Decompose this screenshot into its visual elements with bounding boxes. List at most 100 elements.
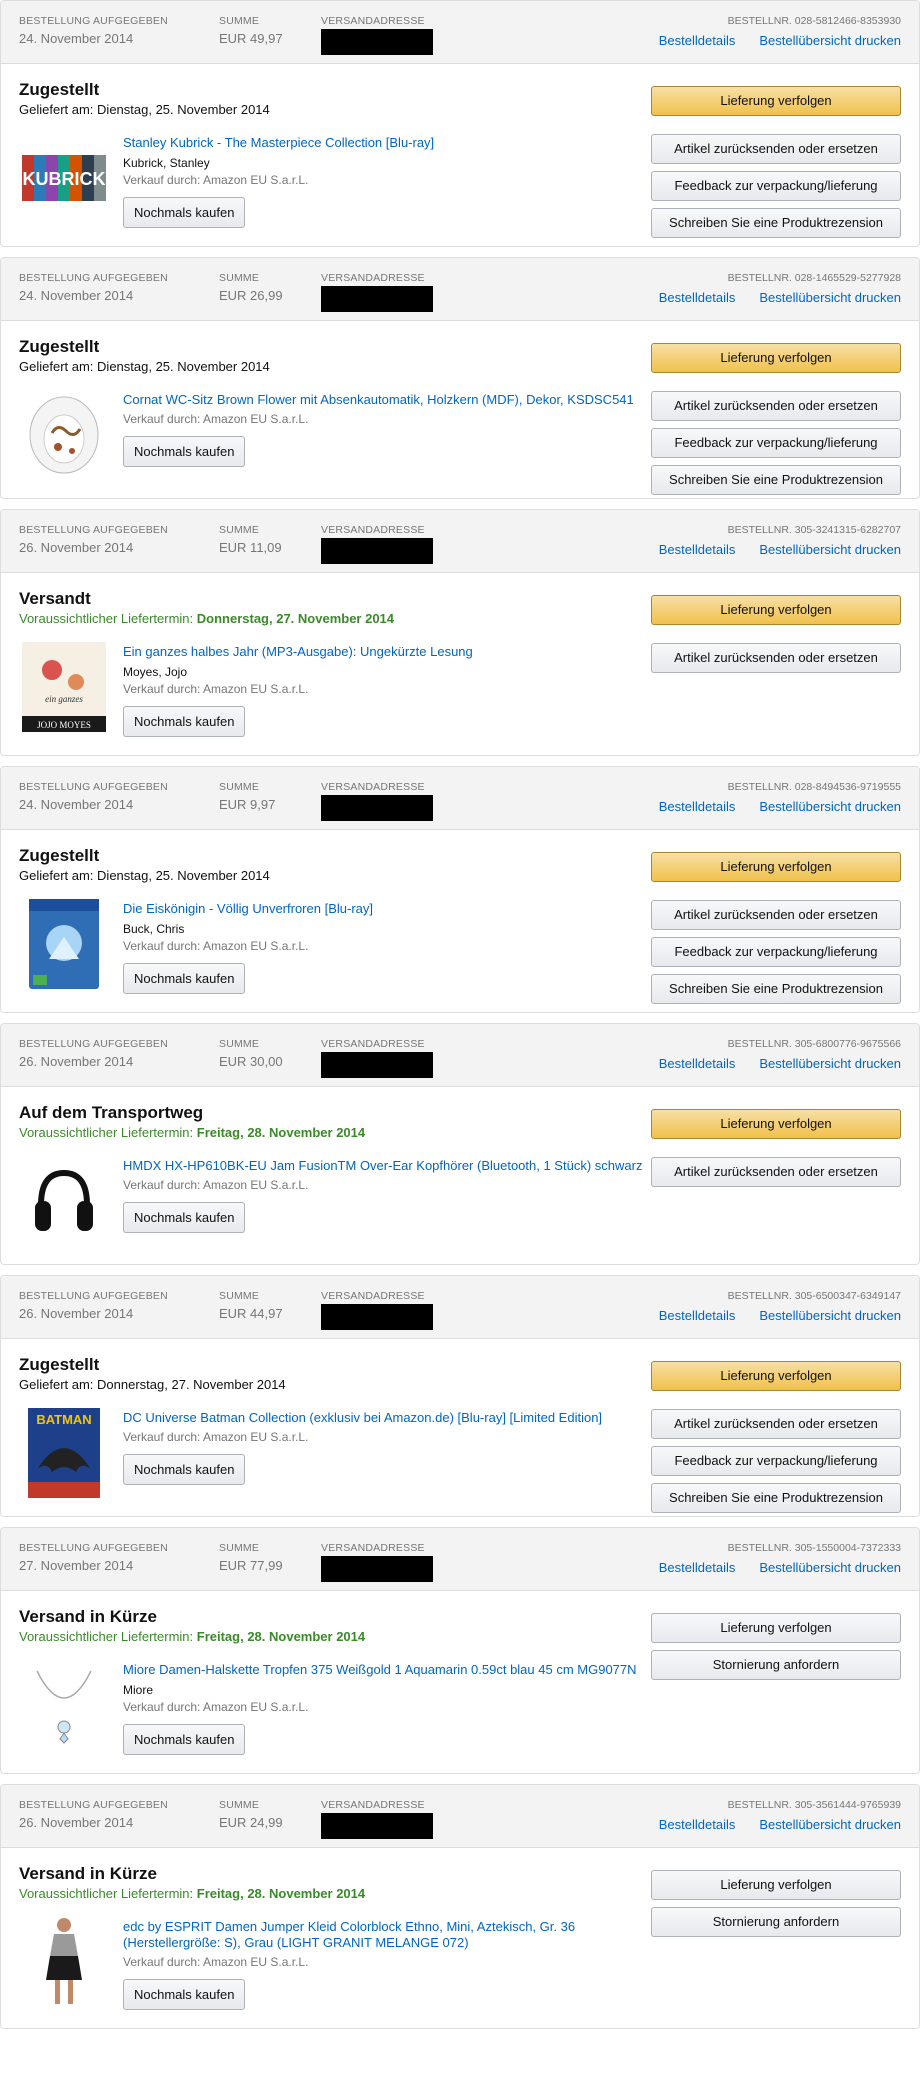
order-details-link[interactable]: Bestelldetails [659, 290, 736, 305]
toilet-seat-icon[interactable] [19, 390, 109, 480]
order-total-label: SUMME [219, 780, 260, 793]
feedback-button[interactable]: Feedback zur verpackung/lieferung [651, 936, 901, 967]
delivery-date-label: Geliefert am: [19, 1376, 94, 1392]
order-total: EUR 9,97 [219, 796, 276, 812]
svg-text:BATMAN: BATMAN [36, 1412, 91, 1427]
return-replace-button[interactable]: Artikel zurücksenden oder ersetzen [651, 390, 901, 421]
product-title-link[interactable]: Die Eiskönigin - Völlig Unverfroren [Blu… [123, 901, 373, 918]
product-title-link[interactable]: Miore Damen-Halskette Tropfen 375 Weißgo… [123, 1662, 637, 1679]
write-review-button[interactable]: Schreiben Sie eine Produktrezension [651, 208, 901, 238]
ship-to-label: VERSANDADRESSE [321, 1798, 425, 1811]
track-delivery-button[interactable]: Lieferung verfolgen [651, 1108, 901, 1139]
buy-again-button[interactable]: Nochmals kaufen [123, 1453, 246, 1485]
svg-text:JOJO MOYES: JOJO MOYES [37, 720, 91, 730]
track-delivery-button[interactable]: Lieferung verfolgen [651, 86, 901, 116]
ship-to-label: VERSANDADRESSE [321, 15, 425, 27]
order-number: BESTELLNR. 028-8494536-9719555 [727, 780, 901, 793]
order-number: BESTELLNR. 305-3561444-9765939 [727, 1798, 901, 1811]
print-invoice-link[interactable]: Bestellübersicht drucken [759, 33, 901, 48]
order-placed-label: BESTELLUNG AUFGEGEBEN [19, 271, 168, 284]
return-replace-button[interactable]: Artikel zurücksenden oder ersetzen [651, 642, 901, 673]
product-title-link[interactable]: DC Universe Batman Collection (exklusiv … [123, 1410, 602, 1427]
request-cancellation-button[interactable]: Stornierung anfordern [651, 1649, 901, 1680]
dress-icon[interactable] [19, 1917, 109, 2007]
print-invoice-link[interactable]: Bestellübersicht drucken [759, 1308, 901, 1323]
return-replace-button[interactable]: Artikel zurücksenden oder ersetzen [651, 1408, 901, 1439]
buy-again-button[interactable]: Nochmals kaufen [123, 1979, 246, 2011]
order-header: BESTELLUNG AUFGEGEBEN 24. November 2014 SU… [1, 1, 919, 64]
order-details-link[interactable]: Bestelldetails [659, 1560, 736, 1575]
order-details-link[interactable]: Bestelldetails [659, 1308, 736, 1323]
order-details-link[interactable]: Bestelldetails [659, 799, 736, 814]
order-number: BESTELLNR. 305-1550004-7372333 [727, 1541, 901, 1554]
order-details-link[interactable]: Bestelldetails [659, 1817, 736, 1832]
buy-again-button[interactable]: Nochmals kaufen [123, 962, 246, 994]
redacted-address [321, 794, 433, 821]
seller-info: Verkauf durch: Amazon EU S.a.r.L. [123, 1429, 309, 1444]
redacted-address [321, 537, 433, 564]
print-invoice-link[interactable]: Bestellübersicht drucken [759, 799, 901, 814]
bluray-cover-icon[interactable] [19, 898, 109, 989]
write-review-button[interactable]: Schreiben Sie eine Produktrezension [651, 1482, 901, 1513]
product-title-link[interactable]: edc by ESPRIT Damen Jumper Kleid Colorbl… [123, 1919, 643, 1953]
delivery-date-label: Voraussichtlicher Liefertermin: [19, 1885, 194, 1901]
feedback-button[interactable]: Feedback zur verpackung/lieferung [651, 171, 901, 201]
necklace-icon[interactable] [19, 1660, 109, 1750]
order-total: EUR 26,99 [219, 287, 283, 303]
write-review-button[interactable]: Schreiben Sie eine Produktrezension [651, 464, 901, 495]
order-number: BESTELLNR. 028-1465529-5277928 [727, 271, 901, 284]
order-actions: Lieferung verfolgen Artikel zurücksenden … [651, 1360, 901, 1516]
track-delivery-button[interactable]: Lieferung verfolgen [651, 1360, 901, 1391]
headphones-icon[interactable] [19, 1156, 109, 1246]
audiobook-cover-icon[interactable]: ein ganzes JOJO MOYES [19, 641, 109, 732]
redacted-address [321, 1303, 433, 1330]
product-title-link[interactable]: HMDX HX-HP610BK-EU Jam FusionTM Over-Ear… [123, 1158, 642, 1175]
print-invoice-link[interactable]: Bestellübersicht drucken [759, 1560, 901, 1575]
order-header: BESTELLUNG AUFGEGEBEN 26. November 2014 SU… [1, 509, 919, 573]
buy-again-button[interactable]: Nochmals kaufen [123, 705, 246, 737]
product-title-link[interactable]: Stanley Kubrick - The Masterpiece Collec… [123, 135, 434, 152]
order-total: EUR 44,97 [219, 1305, 283, 1321]
batman-cover-icon[interactable]: BATMAN [19, 1407, 109, 1498]
print-invoice-link[interactable]: Bestellübersicht drucken [759, 1056, 901, 1071]
buy-again-button[interactable]: Nochmals kaufen [123, 1723, 246, 1755]
buy-again-button[interactable]: Nochmals kaufen [123, 435, 246, 467]
feedback-button[interactable]: Feedback zur verpackung/lieferung [651, 427, 901, 458]
track-delivery-button[interactable]: Lieferung verfolgen [651, 1612, 901, 1643]
track-delivery-button[interactable]: Lieferung verfolgen [651, 342, 901, 373]
order-details-link[interactable]: Bestelldetails [659, 542, 736, 557]
track-delivery-button[interactable]: Lieferung verfolgen [651, 594, 901, 625]
request-cancellation-button[interactable]: Stornierung anfordern [651, 1906, 901, 1937]
feedback-button[interactable]: Feedback zur verpackung/lieferung [651, 1445, 901, 1476]
product-author: Buck, Chris [123, 921, 185, 936]
seller-info: Verkauf durch: Amazon EU S.a.r.L. [123, 681, 309, 696]
write-review-button[interactable]: Schreiben Sie eine Produktrezension [651, 973, 901, 1004]
order-details-link[interactable]: Bestelldetails [659, 1056, 736, 1071]
ship-to-label: VERSANDADRESSE [321, 523, 425, 536]
order-date: 26. November 2014 [19, 1053, 134, 1069]
product-title-link[interactable]: Ein ganzes halbes Jahr (MP3-Ausgabe): Un… [123, 644, 473, 661]
order-placed-label: BESTELLUNG AUFGEGEBEN [19, 1541, 168, 1554]
product-author: Moyes, Jojo [123, 664, 188, 679]
track-delivery-button[interactable]: Lieferung verfolgen [651, 851, 901, 882]
svg-text:ein ganzes: ein ganzes [45, 694, 83, 704]
order-header: BESTELLUNG AUFGEGEBEN 27. November 2014 SU… [1, 1527, 919, 1591]
return-replace-button[interactable]: Artikel zurücksenden oder ersetzen [651, 134, 901, 164]
print-invoice-link[interactable]: Bestellübersicht drucken [759, 290, 901, 305]
track-delivery-button[interactable]: Lieferung verfolgen [651, 1869, 901, 1900]
print-invoice-link[interactable]: Bestellübersicht drucken [759, 1817, 901, 1832]
delivery-date-label: Voraussichtlicher Liefertermin: [19, 1628, 194, 1644]
seller-info: Verkauf durch: Amazon EU S.a.r.L. [123, 938, 309, 953]
order-card: BESTELLUNG AUFGEGEBEN 26. November 2014 SU… [0, 1783, 920, 2030]
product-title-link[interactable]: Cornat WC-Sitz Brown Flower mit Absenkau… [123, 392, 634, 409]
kubrick-box-icon[interactable]: KUBRICK [19, 133, 109, 223]
buy-again-button[interactable]: Nochmals kaufen [123, 196, 246, 228]
order-total-label: SUMME [219, 271, 260, 284]
order-details-link[interactable]: Bestelldetails [659, 33, 736, 48]
buy-again-button[interactable]: Nochmals kaufen [123, 1201, 246, 1233]
return-replace-button[interactable]: Artikel zurücksenden oder ersetzen [651, 1156, 901, 1187]
ship-to-label: VERSANDADRESSE [321, 1541, 425, 1554]
order-date: 26. November 2014 [19, 539, 134, 555]
print-invoice-link[interactable]: Bestellübersicht drucken [759, 542, 901, 557]
return-replace-button[interactable]: Artikel zurücksenden oder ersetzen [651, 899, 901, 930]
